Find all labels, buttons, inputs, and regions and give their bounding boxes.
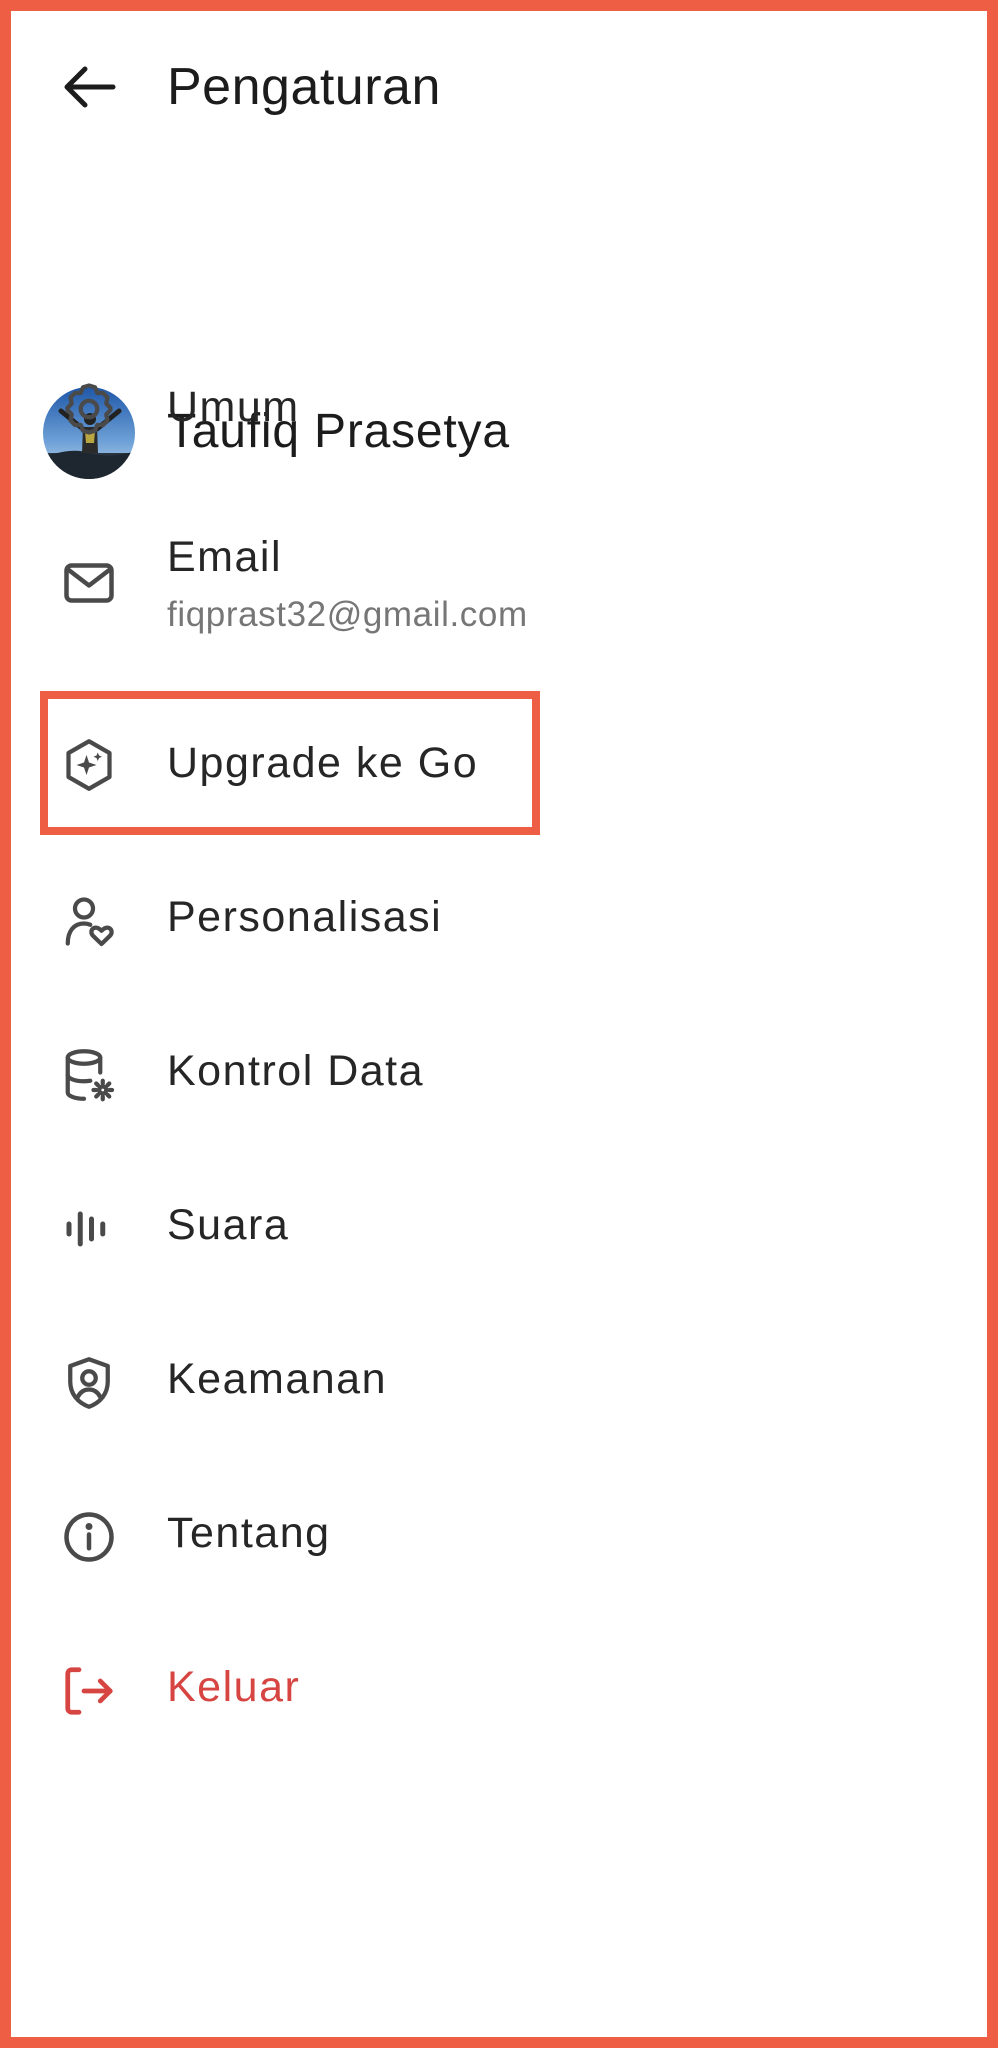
menu-item-personalization[interactable]: Personalisasi [11,871,987,971]
menu-item-label: Upgrade ke Go [167,739,479,787]
menu-item-security[interactable]: Keamanan [11,1333,987,1433]
app-header: Pengaturan [11,41,987,133]
menu-item-label: Personalisasi [167,893,443,941]
menu-item-label: Keluar [167,1663,301,1711]
info-icon [57,1505,121,1569]
menu-item-about[interactable]: Tentang [11,1487,987,1587]
gear-icon [57,377,121,441]
arrow-left-icon [64,66,116,108]
menu-item-label: Email [167,533,283,581]
menu-item-data-controls[interactable]: Kontrol Data [11,1025,987,1125]
person-heart-icon [57,889,121,953]
menu-item-label: Kontrol Data [167,1047,425,1095]
email-address: fiqprast32@gmail.com [167,595,528,634]
screen-frame: Pengaturan Taufiq Prasetya Umum Email fi… [0,0,998,2048]
menu-item-logout[interactable]: Keluar [11,1641,987,1741]
menu-item-label: Suara [167,1201,290,1249]
menu-item-general[interactable]: Umum [11,361,987,457]
menu-item-label: Umum [167,383,300,431]
menu-item-email[interactable]: Email fiqprast32@gmail.com [11,513,987,649]
database-gear-icon [57,1043,121,1107]
mail-icon [57,551,121,615]
shield-user-icon [57,1351,121,1415]
menu-item-upgrade[interactable]: Upgrade ke Go [11,713,987,817]
sparkle-hexagon-icon [57,733,121,797]
audio-wave-icon [57,1197,121,1261]
page-title: Pengaturan [167,58,441,116]
menu-item-label: Keamanan [167,1355,387,1403]
logout-icon [57,1659,121,1723]
back-button[interactable] [51,59,127,115]
profile-row[interactable]: Taufiq Prasetya [11,191,987,479]
menu-item-voice[interactable]: Suara [11,1179,987,1279]
menu-item-label: Tentang [167,1509,331,1557]
